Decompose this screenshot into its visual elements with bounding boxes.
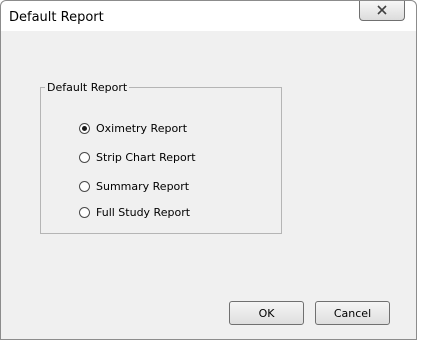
group-legend: Default Report	[47, 81, 128, 94]
radio-label: Oximetry Report	[96, 121, 188, 135]
close-icon	[377, 5, 387, 15]
radio-button-selected[interactable]	[79, 122, 90, 134]
ok-button[interactable]: OK	[229, 301, 304, 325]
cancel-button[interactable]: Cancel	[315, 301, 390, 325]
radio-oximetry-report[interactable]: Oximetry Report	[79, 120, 187, 136]
default-report-group: Default Report Oximetry Report Strip Cha…	[40, 81, 282, 234]
radio-button[interactable]	[79, 180, 90, 192]
radio-label: Full Study Report	[96, 205, 191, 219]
radio-full-study-report[interactable]: Full Study Report	[79, 204, 190, 220]
dialog-window: Default Report Default Report Oximetry R…	[0, 0, 417, 340]
close-button[interactable]	[359, 1, 405, 21]
radio-summary-report[interactable]: Summary Report	[79, 178, 189, 194]
radio-button[interactable]	[79, 206, 90, 218]
radio-label: Strip Chart Report	[96, 150, 196, 164]
title-bar[interactable]: Default Report	[1, 1, 416, 31]
window-title: Default Report	[9, 10, 104, 25]
radio-strip-chart-report[interactable]: Strip Chart Report	[79, 149, 196, 165]
radio-button[interactable]	[79, 151, 90, 163]
radio-label: Summary Report	[96, 179, 190, 193]
